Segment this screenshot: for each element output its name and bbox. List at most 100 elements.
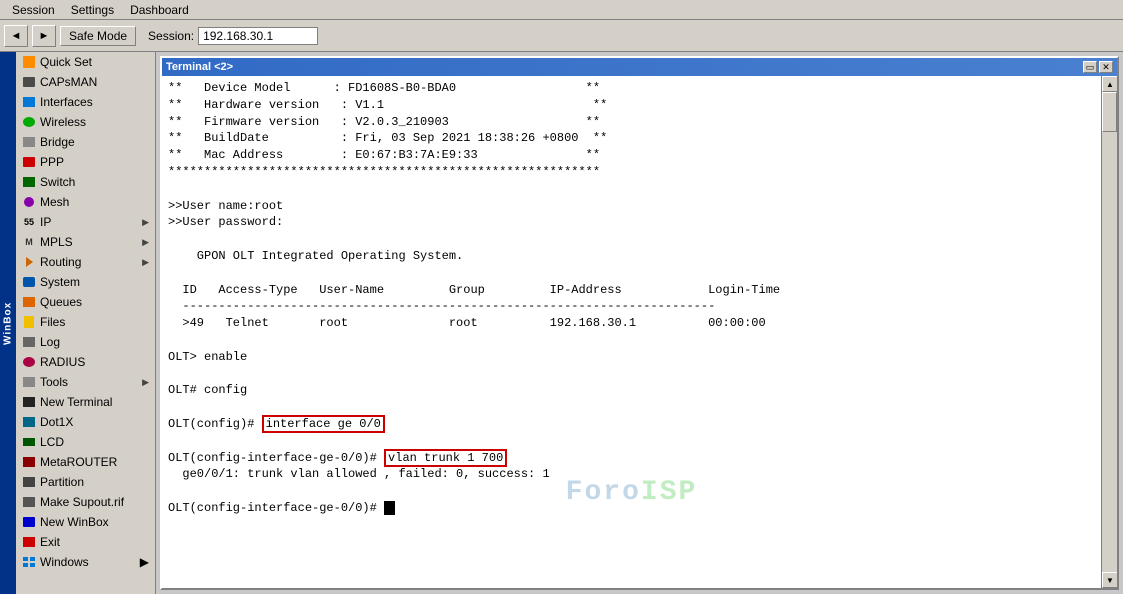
cursor [384, 501, 395, 515]
terminal-body[interactable]: ** Device Model : FD1608S-B0-BDA0 ** ** … [162, 76, 1101, 588]
sidebar-item-queues[interactable]: Queues [16, 292, 155, 312]
sidebar-item-ip[interactable]: 55 IP ▶ [16, 212, 155, 232]
terminal-controls: ▭ ✕ [1083, 61, 1113, 73]
scroll-track[interactable] [1102, 92, 1117, 572]
content-area: Terminal <2> ▭ ✕ ** Device Model : FD160… [156, 52, 1123, 594]
sidebar-item-capsman[interactable]: CAPsMAN [16, 72, 155, 92]
terminal-line: >>User name:root [168, 198, 1095, 215]
sidebar-item-new-terminal[interactable]: New Terminal [16, 392, 155, 412]
windows-icon [22, 555, 36, 569]
terminal-line: ** Device Model : FD1608S-B0-BDA0 ** [168, 80, 1095, 97]
sidebar-item-lcd[interactable]: LCD [16, 432, 155, 452]
sidebar-item-mpls[interactable]: M MPLS ▶ [16, 232, 155, 252]
routing-icon [22, 255, 36, 269]
terminal-close-button[interactable]: ✕ [1099, 61, 1113, 73]
mpls-arrow-icon: ▶ [142, 237, 149, 248]
terminal-line: ****************************************… [168, 164, 1095, 181]
sidebar-item-mesh[interactable]: Mesh [16, 192, 155, 212]
sidebar-item-new-winbox[interactable]: New WinBox [16, 512, 155, 532]
sidebar: Quick Set CAPsMAN Interfaces Wireless Br… [16, 52, 156, 594]
session-input[interactable] [198, 27, 318, 45]
sidebar-label-metarouter: MetaROUTER [40, 455, 117, 469]
bridge-icon [22, 135, 36, 149]
terminal-line: ----------------------------------------… [168, 298, 1095, 315]
interfaces-icon [22, 95, 36, 109]
safe-mode-button[interactable]: Safe Mode [60, 26, 136, 46]
lcd-icon [22, 435, 36, 449]
menu-settings[interactable]: Settings [63, 1, 122, 19]
sidebar-item-tools[interactable]: Tools ▶ [16, 372, 155, 392]
back-button[interactable]: ◄ [4, 25, 28, 47]
make-supout-icon [22, 495, 36, 509]
sidebar-label-quick-set: Quick Set [40, 55, 92, 69]
sidebar-item-quick-set[interactable]: Quick Set [16, 52, 155, 72]
sidebar-item-log[interactable]: Log [16, 332, 155, 352]
terminal-line [168, 181, 1095, 198]
sidebar-label-mpls: MPLS [40, 235, 73, 249]
sidebar-label-exit: Exit [40, 535, 60, 549]
sidebar-label-new-winbox: New WinBox [40, 515, 109, 529]
scroll-down-button[interactable]: ▼ [1102, 572, 1117, 588]
terminal-restore-button[interactable]: ▭ [1083, 61, 1097, 73]
sidebar-label-new-terminal: New Terminal [40, 395, 112, 409]
sidebar-item-partition[interactable]: Partition [16, 472, 155, 492]
vlan-command-highlight: vlan trunk 1 700 [384, 449, 507, 467]
windows-arrow-icon: ▶ [140, 555, 149, 569]
capsman-icon [22, 75, 36, 89]
terminal-line-vlan-cmd: OLT(config-interface-ge-0/0)# vlan trunk… [168, 450, 1095, 467]
sidebar-item-files[interactable]: Files [16, 312, 155, 332]
radius-icon [22, 355, 36, 369]
sidebar-item-radius[interactable]: RADIUS [16, 352, 155, 372]
new-terminal-icon [22, 395, 36, 409]
sidebar-label-dot1x: Dot1X [40, 415, 73, 429]
terminal-line [168, 231, 1095, 248]
ip-arrow-icon: ▶ [142, 217, 149, 228]
sidebar-item-windows[interactable]: Windows ▶ [16, 552, 155, 572]
mpls-icon: M [22, 235, 36, 249]
terminal-window[interactable]: Terminal <2> ▭ ✕ ** Device Model : FD160… [160, 56, 1119, 590]
sidebar-label-lcd: LCD [40, 435, 64, 449]
sidebar-item-exit[interactable]: Exit [16, 532, 155, 552]
sidebar-item-interfaces[interactable]: Interfaces [16, 92, 155, 112]
main-layout: WinBox Quick Set CAPsMAN Interfaces Wire… [0, 52, 1123, 594]
terminal-scrollbar[interactable]: ▲ ▼ [1101, 76, 1117, 588]
sidebar-label-bridge: Bridge [40, 135, 75, 149]
files-icon [22, 315, 36, 329]
sidebar-label-ip: IP [40, 215, 51, 229]
dot1x-icon [22, 415, 36, 429]
sidebar-item-ppp[interactable]: PPP [16, 152, 155, 172]
sidebar-label-queues: Queues [40, 295, 82, 309]
partition-icon [22, 475, 36, 489]
terminal-line: ge0/0/1: trunk vlan allowed , failed: 0,… [168, 466, 1095, 483]
sidebar-item-system[interactable]: System [16, 272, 155, 292]
sidebar-item-dot1x[interactable]: Dot1X [16, 412, 155, 432]
sidebar-item-make-supout[interactable]: Make Supout.rif [16, 492, 155, 512]
sidebar-item-routing[interactable]: Routing ▶ [16, 252, 155, 272]
sidebar-item-metarouter[interactable]: MetaROUTER [16, 452, 155, 472]
terminal-line: GPON OLT Integrated Operating System. [168, 248, 1095, 265]
sidebar-label-system: System [40, 275, 80, 289]
sidebar-label-make-supout: Make Supout.rif [40, 495, 124, 509]
forward-button[interactable]: ► [32, 25, 56, 47]
routing-arrow-icon: ▶ [142, 257, 149, 268]
menu-dashboard[interactable]: Dashboard [122, 1, 197, 19]
menu-session[interactable]: Session [4, 1, 63, 19]
toolbar: ◄ ► Safe Mode Session: [0, 20, 1123, 52]
new-winbox-icon [22, 515, 36, 529]
scroll-up-button[interactable]: ▲ [1102, 76, 1117, 92]
mesh-icon [22, 195, 36, 209]
scroll-thumb[interactable] [1102, 92, 1117, 132]
sidebar-item-switch[interactable]: Switch [16, 172, 155, 192]
sidebar-label-switch: Switch [40, 175, 75, 189]
tools-arrow-icon: ▶ [142, 377, 149, 388]
terminal-line-interface-cmd: OLT(config)# interface ge 0/0 [168, 416, 1095, 433]
sidebar-item-bridge[interactable]: Bridge [16, 132, 155, 152]
terminal-line [168, 366, 1095, 383]
sidebar-item-wireless[interactable]: Wireless [16, 112, 155, 132]
ppp-icon [22, 155, 36, 169]
winbox-label: WinBox [0, 52, 16, 594]
terminal-line [168, 433, 1095, 450]
wireless-icon [22, 115, 36, 129]
terminal-line: OLT> enable [168, 349, 1095, 366]
terminal-line [168, 399, 1095, 416]
